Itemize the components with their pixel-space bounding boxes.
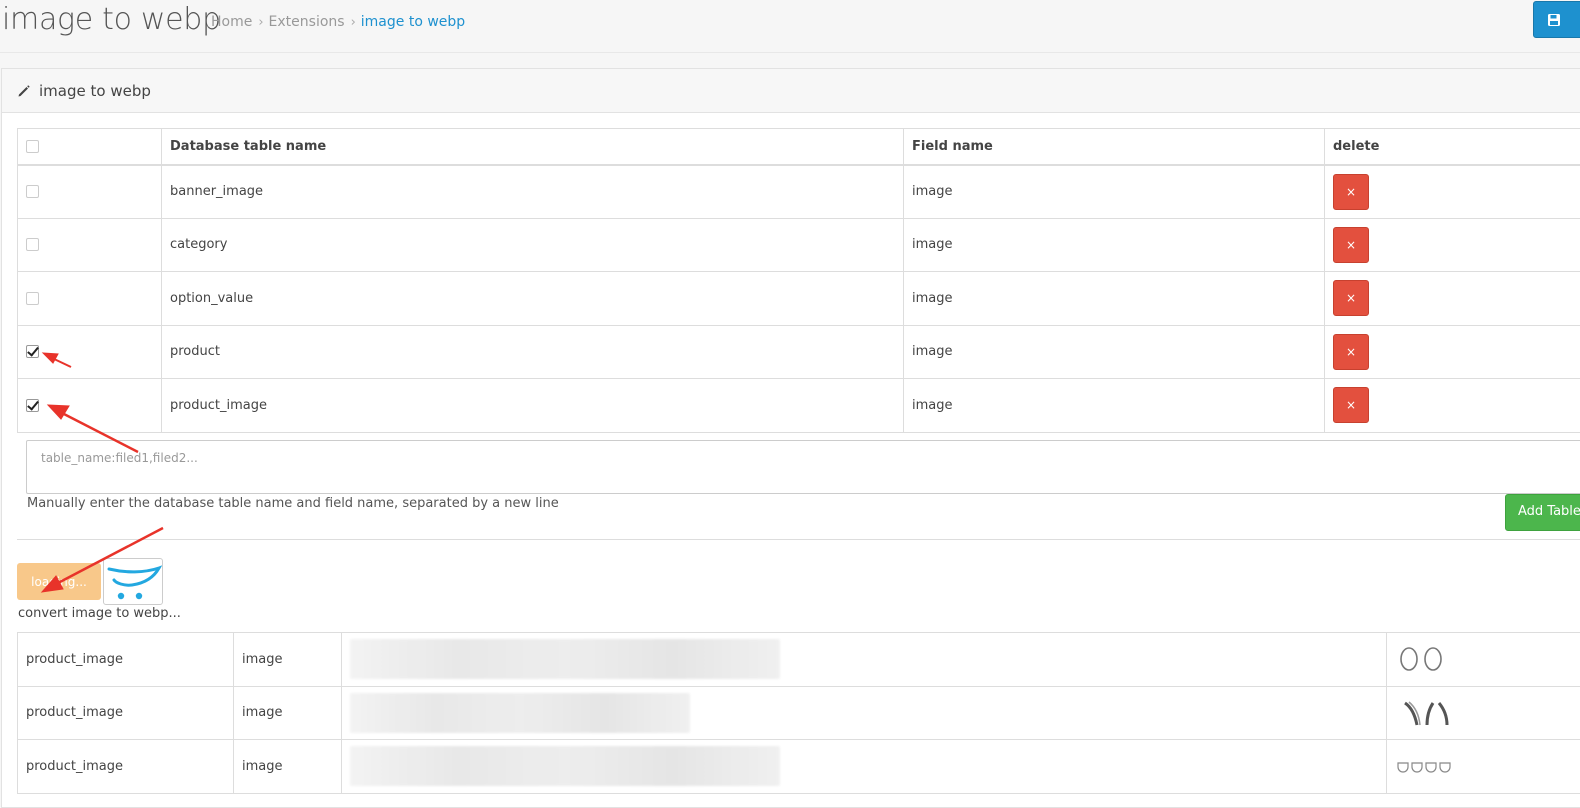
- delete-button[interactable]: ×: [1333, 387, 1369, 423]
- page-title: image to webp: [2, 0, 221, 40]
- breadcrumb-separator-icon: ›: [351, 15, 356, 30]
- field-name-cell: image: [904, 325, 1325, 379]
- conversion-log-table: product_image image product_image image: [17, 632, 1580, 794]
- db-table: Database table name Field name delete ba…: [17, 128, 1580, 433]
- breadcrumb-home[interactable]: Home: [211, 14, 252, 30]
- divider: [17, 539, 1580, 540]
- brushes-icon: [1395, 693, 1455, 733]
- cart-icon: [104, 559, 162, 604]
- table-row: product_image image: [18, 686, 1580, 740]
- column-header-table-name: Database table name: [162, 129, 904, 165]
- table-row: product_image image: [18, 633, 1580, 687]
- close-icon: ×: [1346, 185, 1356, 199]
- column-header-field-name: Field name: [904, 129, 1325, 165]
- column-header-delete: delete: [1325, 129, 1580, 165]
- field-name-cell: image: [904, 272, 1325, 326]
- select-all-checkbox[interactable]: [26, 140, 39, 153]
- field-name-cell: image: [904, 218, 1325, 272]
- table-row: banner_image image ×: [18, 165, 1580, 219]
- row-checkbox[interactable]: [26, 238, 39, 251]
- close-icon: ×: [1346, 398, 1356, 412]
- manual-table-input-wrapper: [26, 440, 1580, 494]
- row-checkbox[interactable]: [26, 292, 39, 305]
- opencart-logo: [103, 558, 163, 605]
- log-path-redacted: [342, 686, 1387, 740]
- save-icon: [1547, 13, 1561, 27]
- log-thumbnail: [1387, 633, 1580, 687]
- breadcrumb-extensions[interactable]: Extensions: [269, 14, 345, 30]
- delete-button[interactable]: ×: [1333, 174, 1369, 210]
- delete-button[interactable]: ×: [1333, 280, 1369, 316]
- close-icon: ×: [1346, 291, 1356, 305]
- breadcrumb-current[interactable]: image to webp: [361, 14, 465, 30]
- rings-icon: [1395, 639, 1455, 679]
- log-table-name: product_image: [18, 633, 234, 687]
- manual-table-input[interactable]: [27, 441, 1580, 493]
- table-row: product_image image ×: [18, 379, 1580, 433]
- log-field-name: image: [234, 686, 342, 740]
- delete-button[interactable]: ×: [1333, 227, 1369, 263]
- panel-heading: image to webp: [2, 69, 1580, 113]
- breadcrumb: Home › Extensions › image to webp: [211, 14, 465, 30]
- table-row: category image ×: [18, 218, 1580, 272]
- table-row: option_value image ×: [18, 272, 1580, 326]
- table-name-cell: option_value: [162, 272, 904, 326]
- save-button[interactable]: [1533, 1, 1580, 38]
- log-path-redacted: [342, 633, 1387, 687]
- redacted-block: [350, 639, 780, 679]
- log-table-name: product_image: [18, 740, 234, 794]
- table-name-cell: product: [162, 325, 904, 379]
- close-icon: ×: [1346, 238, 1356, 252]
- manual-input-help: Manually enter the database table name a…: [27, 496, 559, 511]
- table-name-cell: product_image: [162, 379, 904, 433]
- table-header-row: Database table name Field name delete: [18, 129, 1580, 165]
- panel: image to webp Database table name Field …: [1, 68, 1580, 808]
- convert-status: convert image to webp...: [18, 606, 181, 621]
- field-name-cell: image: [904, 379, 1325, 433]
- add-table-button[interactable]: Add Table: [1505, 494, 1580, 531]
- row-checkbox[interactable]: [26, 399, 39, 412]
- log-path-redacted: [342, 740, 1387, 794]
- delete-button[interactable]: ×: [1333, 334, 1369, 370]
- pencil-icon: [17, 84, 31, 98]
- table-name-cell: category: [162, 218, 904, 272]
- close-icon: ×: [1346, 345, 1356, 359]
- log-thumbnail: [1387, 686, 1580, 740]
- row-checkbox[interactable]: [26, 185, 39, 198]
- log-field-name: image: [234, 633, 342, 687]
- row-checkbox[interactable]: [26, 345, 39, 358]
- table-name-cell: banner_image: [162, 165, 904, 219]
- table-row: product_image image: [18, 740, 1580, 794]
- redacted-block: [350, 746, 780, 786]
- redacted-block: [350, 693, 690, 733]
- bowls-icon: [1395, 746, 1455, 786]
- panel-title: image to webp: [39, 82, 151, 100]
- select-all-cell: [18, 129, 162, 165]
- log-table-name: product_image: [18, 686, 234, 740]
- table-row: product image ×: [18, 325, 1580, 379]
- breadcrumb-separator-icon: ›: [258, 15, 263, 30]
- field-name-cell: image: [904, 165, 1325, 219]
- log-field-name: image: [234, 740, 342, 794]
- convert-button[interactable]: loading...: [17, 563, 101, 600]
- log-thumbnail: [1387, 740, 1580, 794]
- page-header: image to webp Home › Extensions › image …: [0, 0, 1580, 53]
